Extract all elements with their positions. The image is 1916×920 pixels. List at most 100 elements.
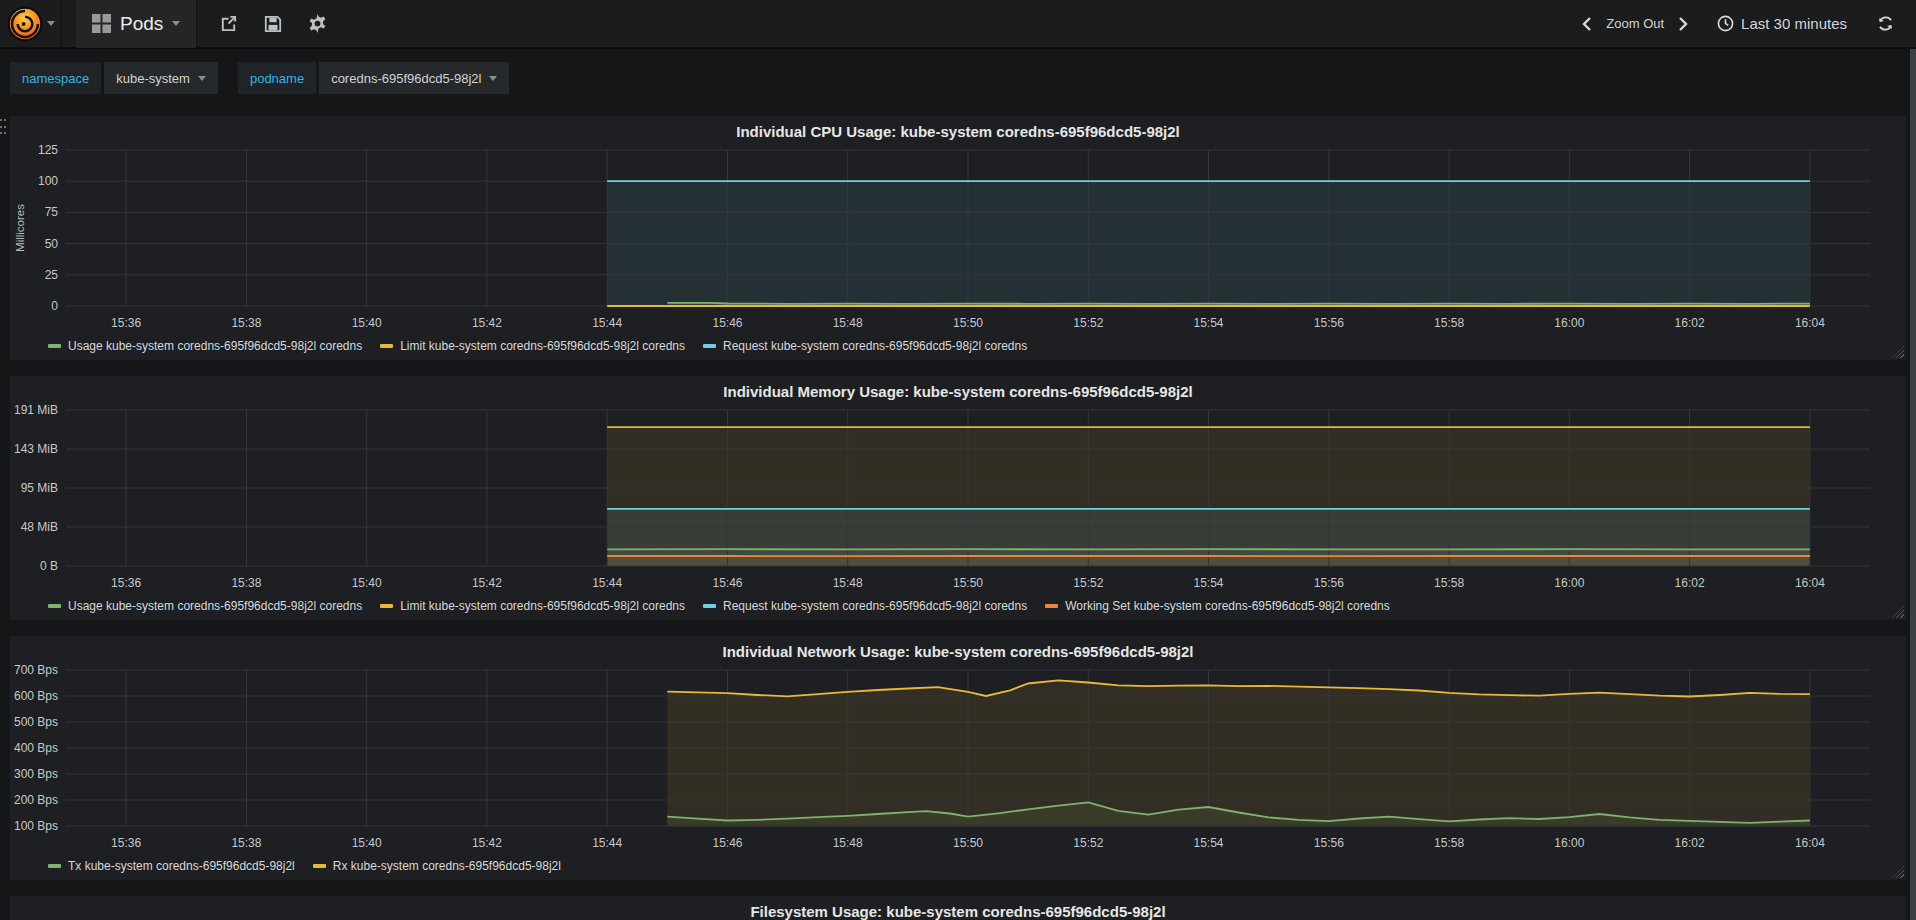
legend-item[interactable]: Request kube-system coredns-695f96dcd5-9… [703,339,1027,353]
legend-item[interactable]: Working Set kube-system coredns-695f96dc… [1045,599,1390,613]
time-range-picker[interactable]: Last 30 minutes [1717,15,1847,32]
legend-swatch-icon [1045,604,1058,608]
caret-down-icon [198,76,206,81]
legend-label: Request kube-system coredns-695f96dcd5-9… [723,599,1027,613]
template-variables-bar: namespace kube-system podname coredns-69… [10,62,509,94]
svg-text:15:58: 15:58 [1434,316,1464,330]
caret-down-icon [172,21,180,26]
legend-item[interactable]: Limit kube-system coredns-695f96dcd5-98j… [380,339,685,353]
scrollbar[interactable] [1910,49,1916,920]
svg-text:15:48: 15:48 [833,576,863,590]
save-button[interactable] [264,15,282,33]
legend-item[interactable]: Request kube-system coredns-695f96dcd5-9… [703,599,1027,613]
svg-text:15:42: 15:42 [472,316,502,330]
dashboards-grid-icon [92,14,111,33]
svg-text:16:02: 16:02 [1675,576,1705,590]
svg-text:15:52: 15:52 [1073,836,1103,850]
legend-label: Limit kube-system coredns-695f96dcd5-98j… [400,339,685,353]
svg-text:15:38: 15:38 [231,316,261,330]
svg-text:15:42: 15:42 [472,836,502,850]
panel-title-filesystem[interactable]: Filesystem Usage: kube-system coredns-69… [10,898,1906,920]
podname-select[interactable]: coredns-695f96dcd5-98j2l [319,62,509,94]
dashboard-picker[interactable]: Pods [76,0,197,48]
svg-text:500 Bps: 500 Bps [14,715,58,729]
panel-network: Individual Network Usage: kube-system co… [10,636,1906,880]
panel-memory: Individual Memory Usage: kube-system cor… [10,376,1906,620]
svg-text:100: 100 [38,174,58,188]
svg-text:15:38: 15:38 [231,576,261,590]
svg-text:95 MiB: 95 MiB [21,481,58,495]
panel-drag-handle-icon[interactable] [0,119,6,137]
refresh-button[interactable] [1877,15,1894,32]
svg-text:15:54: 15:54 [1193,836,1223,850]
legend-swatch-icon [703,604,716,608]
svg-text:300 Bps: 300 Bps [14,767,58,781]
svg-text:50: 50 [45,237,59,251]
svg-text:143 MiB: 143 MiB [14,442,58,456]
legend-label: Usage kube-system coredns-695f96dcd5-98j… [68,599,362,613]
chart-legend: Usage kube-system coredns-695f96dcd5-98j… [48,599,1390,613]
legend-swatch-icon [48,604,61,608]
legend-item[interactable]: Tx kube-system coredns-695f96dcd5-98j2l [48,859,295,873]
svg-text:15:46: 15:46 [712,576,742,590]
svg-text:15:36: 15:36 [111,836,141,850]
svg-text:15:40: 15:40 [352,836,382,850]
legend-label: Rx kube-system coredns-695f96dcd5-98j2l [333,859,561,873]
svg-text:600 Bps: 600 Bps [14,689,58,703]
settings-gear-icon [308,14,327,33]
svg-text:16:00: 16:00 [1554,836,1584,850]
svg-text:0: 0 [51,299,58,313]
svg-text:15:56: 15:56 [1314,576,1344,590]
dashboard-title: Pods [120,13,163,35]
settings-button[interactable] [308,14,327,33]
svg-text:16:00: 16:00 [1554,316,1584,330]
legend-label: Limit kube-system coredns-695f96dcd5-98j… [400,599,685,613]
svg-text:15:44: 15:44 [592,836,622,850]
svg-text:15:46: 15:46 [712,836,742,850]
legend-swatch-icon [48,864,61,868]
panel-filesystem: Filesystem Usage: kube-system coredns-69… [10,896,1906,920]
svg-text:25: 25 [45,268,59,282]
svg-text:15:42: 15:42 [472,576,502,590]
svg-text:200 Bps: 200 Bps [14,793,58,807]
svg-text:15:46: 15:46 [712,316,742,330]
svg-text:15:40: 15:40 [352,576,382,590]
svg-text:48 MiB: 48 MiB [21,520,58,534]
top-navbar: Pods [0,0,1916,49]
svg-text:Millicores: Millicores [14,204,26,252]
svg-text:15:56: 15:56 [1314,836,1344,850]
legend-item[interactable]: Rx kube-system coredns-695f96dcd5-98j2l [313,859,561,873]
legend-label: Usage kube-system coredns-695f96dcd5-98j… [68,339,362,353]
svg-text:15:54: 15:54 [1193,316,1223,330]
legend-item[interactable]: Usage kube-system coredns-695f96dcd5-98j… [48,339,362,353]
legend-label: Request kube-system coredns-695f96dcd5-9… [723,339,1027,353]
svg-text:16:02: 16:02 [1675,836,1705,850]
svg-text:15:44: 15:44 [592,316,622,330]
caret-down-icon [489,76,497,81]
podname-label: podname [238,62,316,94]
svg-text:16:04: 16:04 [1795,576,1825,590]
namespace-select[interactable]: kube-system [104,62,218,94]
legend-swatch-icon [380,344,393,348]
chevron-left-icon[interactable] [1581,16,1592,32]
svg-text:15:58: 15:58 [1434,576,1464,590]
svg-text:15:50: 15:50 [953,836,983,850]
legend-swatch-icon [703,344,716,348]
legend-swatch-icon [313,864,326,868]
grafana-logo-button[interactable] [0,0,62,48]
svg-text:15:52: 15:52 [1073,316,1103,330]
svg-text:15:40: 15:40 [352,316,382,330]
svg-text:700 Bps: 700 Bps [14,663,58,677]
grafana-logo-icon [7,6,43,42]
share-button[interactable] [219,14,238,33]
cpu-chart: 025507510012515:3615:3815:4015:4215:4415… [10,116,1906,360]
legend-label: Tx kube-system coredns-695f96dcd5-98j2l [68,859,295,873]
legend-swatch-icon [380,604,393,608]
legend-item[interactable]: Limit kube-system coredns-695f96dcd5-98j… [380,599,685,613]
svg-text:15:58: 15:58 [1434,836,1464,850]
zoom-out-button[interactable]: Zoom Out [1606,16,1664,31]
svg-text:400 Bps: 400 Bps [14,741,58,755]
chevron-right-icon[interactable] [1678,16,1689,32]
legend-item[interactable]: Usage kube-system coredns-695f96dcd5-98j… [48,599,362,613]
legend-swatch-icon [48,344,61,348]
